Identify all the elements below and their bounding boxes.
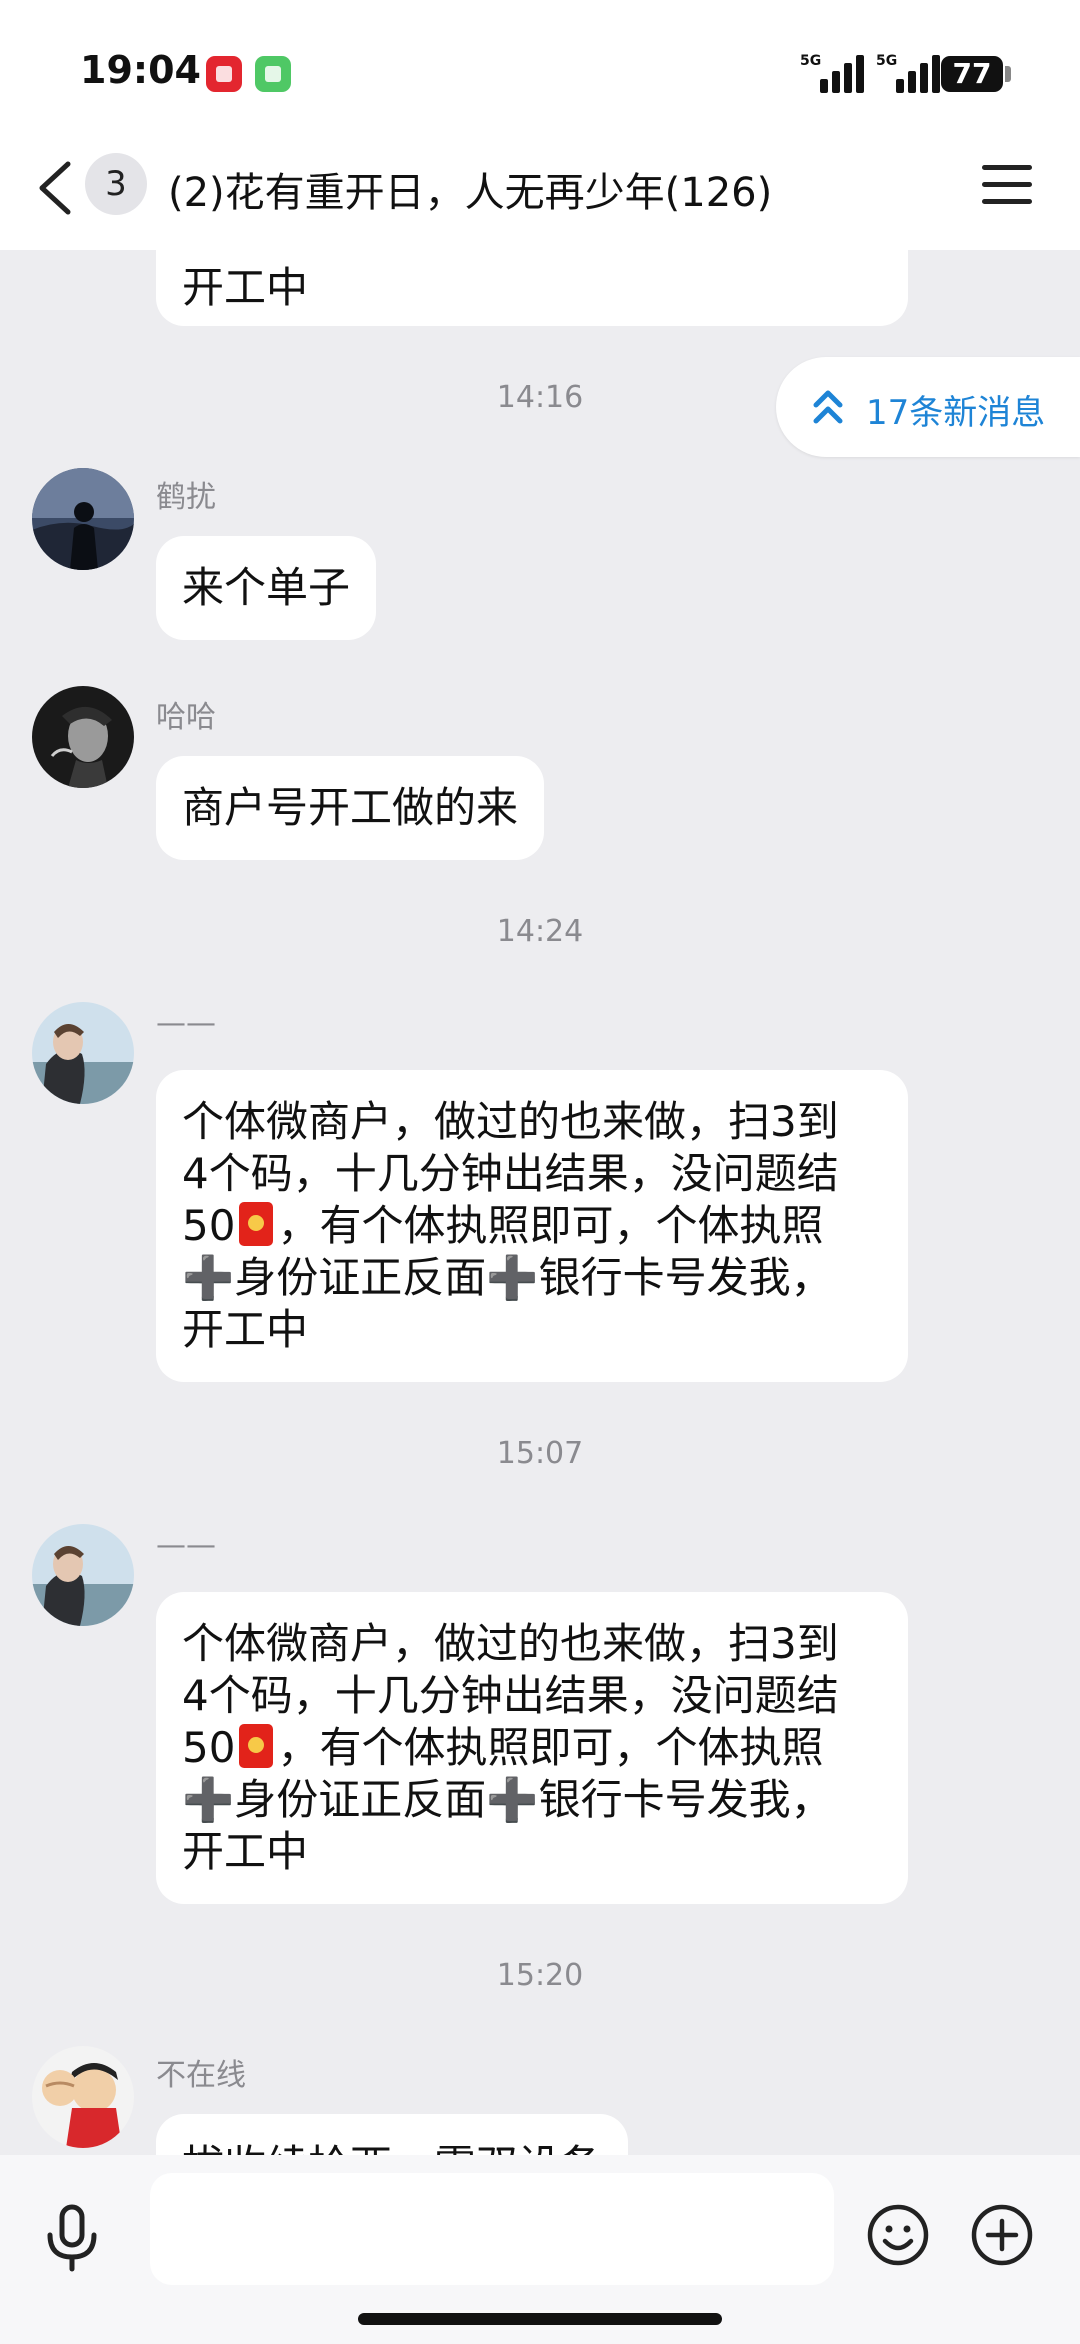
message-text-line: 个体微商户，做过的也来做，扫3到 — [182, 1097, 839, 1146]
new-messages-button[interactable]: 17条新消息 — [776, 357, 1080, 457]
signal-icon: 5G — [876, 53, 942, 93]
message-text-line: 4个码，十几分钟出结果，没问题结 — [182, 1671, 839, 1720]
message-text-fragment: ，有个体执照即可，个体执照 — [277, 1201, 824, 1250]
chat-title: (2)花有重开日，人无再少年(126) — [168, 170, 773, 216]
message-list[interactable]: 开工中 14:16 鹤扰 来个单子 哈哈 商户号开工做的来 14:24 —— 个… — [0, 250, 1080, 2155]
input-bar — [0, 2155, 1080, 2344]
message-text-fragment: ，有个体执照即可，个体执照 — [277, 1723, 824, 1772]
message-text-line: 个体微商户，做过的也来做，扫3到 — [182, 1619, 839, 1668]
message-input[interactable] — [150, 2173, 834, 2285]
avatar[interactable] — [32, 1002, 134, 1104]
double-chevron-up-icon — [813, 390, 843, 424]
message-text-line: 50 ，有个体执照即可，个体执照 — [182, 1722, 882, 1774]
avatar[interactable] — [32, 686, 134, 788]
new-messages-label: 17条新消息 — [866, 393, 1046, 433]
timestamp: 15:20 — [496, 1958, 584, 1993]
avatar[interactable] — [32, 468, 134, 570]
message-bubble[interactable]: 拔收续拾西，需双设备 — [156, 2114, 629, 2155]
message-bubble[interactable]: 个体微商户，做过的也来做，扫3到 4个码，十几分钟出结果，没问题结 50 ，有个体… — [156, 1070, 908, 1382]
red-packet-icon — [239, 1724, 274, 1768]
app-notification-icon — [206, 56, 242, 92]
message-text: 商户号开工做的来 — [182, 783, 519, 832]
message-text-line: 4个码，十几分钟出结果，没问题结 — [182, 1149, 839, 1198]
back-arrow-icon[interactable] — [34, 160, 78, 216]
message-text: 开工中 — [182, 263, 309, 312]
timestamp: 15:07 — [496, 1436, 584, 1471]
app-notification-icon — [255, 56, 291, 92]
message-bubble[interactable]: 开工中 — [156, 250, 908, 326]
unread-count-badge[interactable]: 3 — [85, 153, 147, 215]
message-text: 拔收续拾西，需双设备 — [182, 2141, 602, 2155]
message-text-fragment: 50 — [182, 1201, 236, 1250]
message-text-line: ➕身份证正反面➕银行卡号发我， — [182, 1775, 833, 1824]
avatar[interactable] — [32, 2046, 134, 2148]
sender-name: —— — [156, 1006, 216, 1041]
sender-name: 哈哈 — [156, 700, 216, 735]
home-indicator[interactable] — [358, 2313, 722, 2325]
top-bar: 19:04 5G 5G 77 3 (2)花有重开日，人无再少年(126) — [0, 0, 1080, 250]
message-bubble[interactable]: 来个单子 — [156, 536, 377, 640]
emoji-icon[interactable] — [866, 2203, 930, 2267]
battery-indicator: 77 — [941, 56, 1003, 92]
message-text-fragment: 50 — [182, 1723, 236, 1772]
avatar[interactable] — [32, 1524, 134, 1626]
message-text-line: 50 ，有个体执照即可，个体执照 — [182, 1200, 882, 1252]
timestamp: 14:24 — [496, 914, 584, 949]
signal-icon: 5G — [800, 53, 866, 93]
microphone-icon[interactable] — [42, 2203, 102, 2273]
message-text-line: 开工中 — [182, 1827, 309, 1876]
menu-icon[interactable] — [982, 165, 1032, 205]
message-text-line: ➕身份证正反面➕银行卡号发我， — [182, 1253, 833, 1302]
sender-name: 鹤扰 — [156, 480, 216, 515]
message-text-line: 开工中 — [182, 1305, 309, 1354]
sender-name: 不在线 — [156, 2058, 246, 2093]
message-bubble[interactable]: 个体微商户，做过的也来做，扫3到 4个码，十几分钟出结果，没问题结 50 ，有个体… — [156, 1592, 908, 1904]
message-text: 来个单子 — [182, 563, 351, 612]
status-time: 19:04 — [80, 48, 201, 92]
sender-name: —— — [156, 1528, 216, 1563]
message-bubble[interactable]: 商户号开工做的来 — [156, 756, 545, 860]
add-icon[interactable] — [970, 2203, 1034, 2267]
battery-tip — [1005, 66, 1011, 82]
red-packet-icon — [239, 1202, 274, 1246]
